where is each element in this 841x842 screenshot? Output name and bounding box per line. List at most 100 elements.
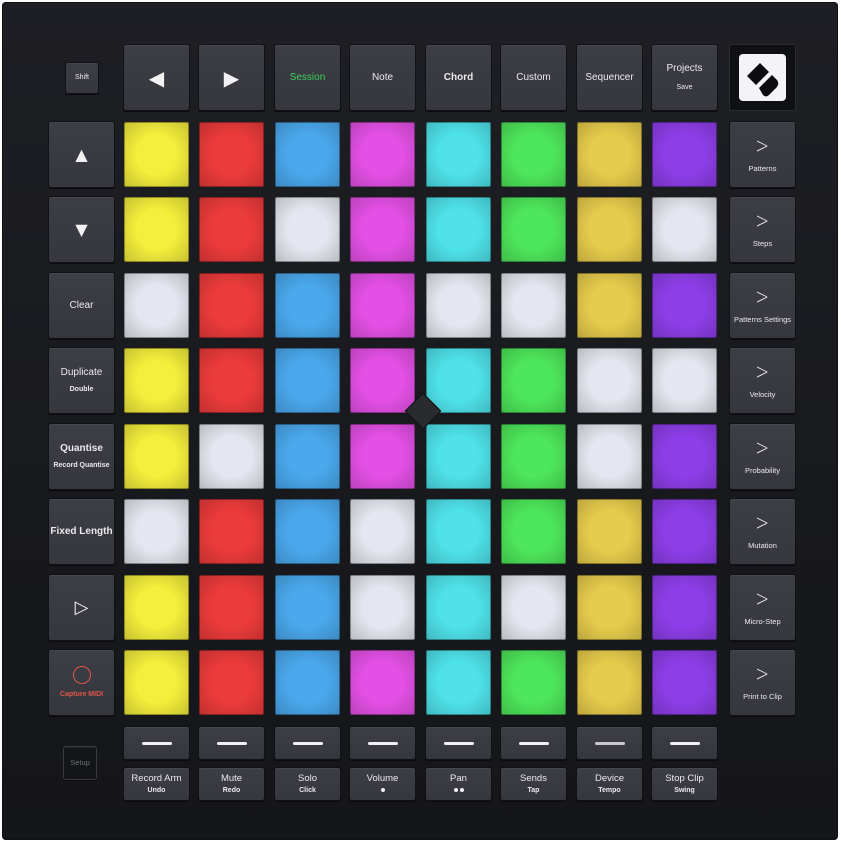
- quantise-button[interactable]: Quantise Record Quantise: [48, 423, 115, 490]
- pad-r7-c6[interactable]: [501, 575, 566, 640]
- pad-r5-c1[interactable]: [124, 424, 189, 489]
- left-arrow-button[interactable]: ◀: [123, 44, 190, 111]
- play-button[interactable]: ▷: [48, 574, 115, 641]
- pad-r5-c4[interactable]: [350, 424, 415, 489]
- pad-r3-c7[interactable]: [577, 273, 642, 338]
- pad-r1-c3[interactable]: [275, 122, 340, 187]
- custom-button[interactable]: Custom: [500, 44, 567, 111]
- volume-button[interactable]: Volume: [349, 767, 416, 801]
- device-button[interactable]: Device Tempo: [576, 767, 643, 801]
- pad-r6-c1[interactable]: [124, 499, 189, 564]
- pad-r1-c4[interactable]: [350, 122, 415, 187]
- right-button-patterns[interactable]: > Patterns: [729, 121, 796, 188]
- pad-r7-c2[interactable]: [199, 575, 264, 640]
- pad-r2-c5[interactable]: [426, 197, 491, 262]
- fixed-length-button[interactable]: Fixed Length: [48, 498, 115, 565]
- track-select-button-5[interactable]: [425, 726, 492, 760]
- pad-r7-c4[interactable]: [350, 575, 415, 640]
- pad-r8-c5[interactable]: [426, 650, 491, 715]
- pad-r6-c3[interactable]: [275, 499, 340, 564]
- pad-r7-c7[interactable]: [577, 575, 642, 640]
- pad-r5-c3[interactable]: [275, 424, 340, 489]
- right-button-mutation[interactable]: > Mutation: [729, 498, 796, 565]
- right-button-steps[interactable]: > Steps: [729, 196, 796, 263]
- sends-button[interactable]: Sends Tap: [500, 767, 567, 801]
- right-button-velocity[interactable]: > Velocity: [729, 347, 796, 414]
- pad-r2-c6[interactable]: [501, 197, 566, 262]
- pad-r8-c3[interactable]: [275, 650, 340, 715]
- down-arrow-button[interactable]: ▼: [48, 196, 115, 263]
- pan-button[interactable]: Pan: [425, 767, 492, 801]
- pad-r6-c2[interactable]: [199, 499, 264, 564]
- pad-r2-c4[interactable]: [350, 197, 415, 262]
- pad-r7-c1[interactable]: [124, 575, 189, 640]
- pad-r4-c8[interactable]: [652, 348, 717, 413]
- pad-r2-c7[interactable]: [577, 197, 642, 262]
- pad-r1-c2[interactable]: [199, 122, 264, 187]
- pad-r4-c4[interactable]: [350, 348, 415, 413]
- pad-r4-c3[interactable]: [275, 348, 340, 413]
- pad-r3-c3[interactable]: [275, 273, 340, 338]
- track-select-button-3[interactable]: [274, 726, 341, 760]
- setup-button[interactable]: Setup: [63, 746, 97, 780]
- pad-r5-c8[interactable]: [652, 424, 717, 489]
- right-arrow-button[interactable]: ▶: [198, 44, 265, 111]
- record-button[interactable]: Capture MIDI: [48, 649, 115, 716]
- right-button-micro-step[interactable]: > Micro-Step: [729, 574, 796, 641]
- pad-r1-c7[interactable]: [577, 122, 642, 187]
- pad-r8-c7[interactable]: [577, 650, 642, 715]
- track-select-button-2[interactable]: [198, 726, 265, 760]
- pad-r1-c5[interactable]: [426, 122, 491, 187]
- pad-r5-c5[interactable]: [426, 424, 491, 489]
- pad-r2-c1[interactable]: [124, 197, 189, 262]
- right-button-patterns-settings[interactable]: > Patterns Settings: [729, 272, 796, 339]
- track-select-button-4[interactable]: [349, 726, 416, 760]
- chord-button[interactable]: Chord: [425, 44, 492, 111]
- pad-r8-c6[interactable]: [501, 650, 566, 715]
- pad-r4-c7[interactable]: [577, 348, 642, 413]
- shift-button[interactable]: Shift: [65, 62, 99, 94]
- stop-clip-button[interactable]: Stop Clip Swing: [651, 767, 718, 801]
- note-button[interactable]: Note: [349, 44, 416, 111]
- pad-r3-c5[interactable]: [426, 273, 491, 338]
- pad-r3-c6[interactable]: [501, 273, 566, 338]
- right-button-probability[interactable]: > Probability: [729, 423, 796, 490]
- pad-r2-c8[interactable]: [652, 197, 717, 262]
- pad-r6-c4[interactable]: [350, 499, 415, 564]
- mute-button[interactable]: Mute Redo: [198, 767, 265, 801]
- pad-r3-c4[interactable]: [350, 273, 415, 338]
- pad-r6-c6[interactable]: [501, 499, 566, 564]
- pad-r1-c1[interactable]: [124, 122, 189, 187]
- record-arm-button[interactable]: Record Arm Undo: [123, 767, 190, 801]
- pad-r2-c2[interactable]: [199, 197, 264, 262]
- session-button[interactable]: Session: [274, 44, 341, 111]
- pad-r4-c1[interactable]: [124, 348, 189, 413]
- pad-r7-c5[interactable]: [426, 575, 491, 640]
- sequencer-button[interactable]: Sequencer: [576, 44, 643, 111]
- pad-r2-c3[interactable]: [275, 197, 340, 262]
- pad-r6-c5[interactable]: [426, 499, 491, 564]
- pad-r5-c7[interactable]: [577, 424, 642, 489]
- pad-r8-c2[interactable]: [199, 650, 264, 715]
- pad-r7-c8[interactable]: [652, 575, 717, 640]
- duplicate-button[interactable]: Duplicate Double: [48, 347, 115, 414]
- pad-r5-c6[interactable]: [501, 424, 566, 489]
- pad-r1-c8[interactable]: [652, 122, 717, 187]
- pad-r8-c4[interactable]: [350, 650, 415, 715]
- track-select-button-8[interactable]: [651, 726, 718, 760]
- up-arrow-button[interactable]: ▲: [48, 121, 115, 188]
- pad-r4-c2[interactable]: [199, 348, 264, 413]
- right-button-print-to-clip[interactable]: > Print to Clip: [729, 649, 796, 716]
- pad-r7-c3[interactable]: [275, 575, 340, 640]
- pad-r3-c1[interactable]: [124, 273, 189, 338]
- track-select-button-7[interactable]: [576, 726, 643, 760]
- pad-r5-c2[interactable]: [199, 424, 264, 489]
- pad-r6-c8[interactable]: [652, 499, 717, 564]
- pad-r3-c8[interactable]: [652, 273, 717, 338]
- pad-r1-c6[interactable]: [501, 122, 566, 187]
- track-select-button-1[interactable]: [123, 726, 190, 760]
- pad-r8-c8[interactable]: [652, 650, 717, 715]
- pad-r8-c1[interactable]: [124, 650, 189, 715]
- clear-button[interactable]: Clear: [48, 272, 115, 339]
- pad-r4-c5[interactable]: [426, 348, 491, 413]
